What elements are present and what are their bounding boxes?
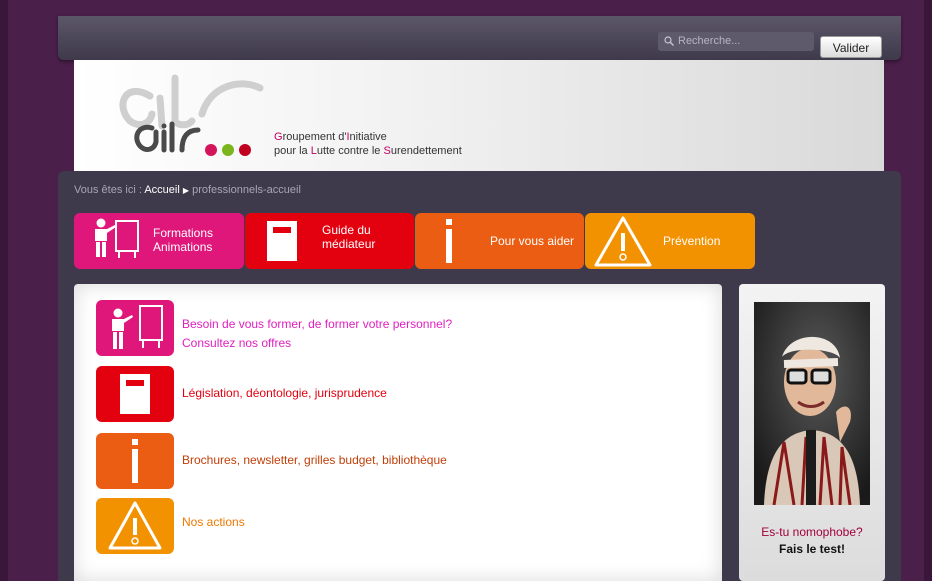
promo-photo[interactable]: [754, 302, 870, 505]
info-icon: [446, 219, 452, 263]
gils-logo[interactable]: [110, 66, 270, 166]
breadcrumb: Vous êtes ici : Accueil ▶ professionnels…: [74, 184, 301, 196]
promo-test-link[interactable]: Fais le test!: [739, 542, 885, 556]
promo-question[interactable]: Es-tu nomophobe?: [739, 525, 885, 539]
main-panel: Vous êtes ici : Accueil ▶ professionnels…: [58, 171, 901, 581]
list-item-legislation-label[interactable]: Législation, déontologie, jurisprudence: [182, 384, 387, 403]
breadcrumb-home-link[interactable]: Accueil: [144, 184, 179, 196]
top-bar: Recherche... Valider: [58, 16, 901, 60]
warning-icon: [594, 216, 652, 267]
warning-icon: [108, 501, 162, 550]
info-icon: [132, 439, 138, 483]
list-item-formations-line1[interactable]: Besoin de vous former, de former votre p…: [182, 315, 452, 334]
trainer-icon: [112, 305, 163, 349]
list-item-brochures-label[interactable]: Brochures, newsletter, grilles budget, b…: [182, 451, 447, 470]
search-icon: [664, 36, 674, 46]
tab-formations-line2: Animations: [153, 240, 213, 254]
list-item-nos-actions-label[interactable]: Nos actions: [182, 513, 245, 532]
site-banner: Groupement d'Initiative pour la Lutte co…: [74, 60, 884, 171]
tab-prevention[interactable]: Prévention: [585, 213, 755, 269]
search-input[interactable]: Recherche...: [658, 32, 814, 51]
sidebar-promo: Es-tu nomophobe? Fais le test!: [739, 284, 885, 581]
content-area: Besoin de vous former, de former votre p…: [74, 284, 722, 581]
tab-guide-line2: médiateur: [322, 237, 376, 251]
search-submit-button[interactable]: Valider: [820, 36, 882, 58]
tab-pour-vous-aider[interactable]: Pour vous aider: [415, 213, 584, 269]
organization-name: Groupement d'Initiative pour la Lutte co…: [274, 131, 462, 157]
book-icon: [120, 374, 150, 414]
breadcrumb-current: professionnels-accueil: [192, 184, 301, 196]
tab-guide-line1: Guide du: [322, 223, 371, 237]
list-item-formations-line2[interactable]: Consultez nos offres: [182, 334, 452, 353]
trainer-icon: [95, 218, 139, 258]
chevron-right-icon: ▶: [182, 186, 190, 195]
tab-prevention-label: Prévention: [663, 234, 721, 248]
tab-formations[interactable]: Formations Animations: [74, 213, 244, 269]
page-frame-left: [0, 0, 8, 581]
book-icon: [267, 221, 297, 261]
tab-formations-line1: Formations: [153, 226, 214, 240]
search-placeholder: Recherche...: [678, 35, 741, 47]
page-frame-right: [924, 0, 932, 581]
tab-pour-vous-aider-label: Pour vous aider: [490, 234, 575, 248]
tab-guide[interactable]: Guide du médiateur: [245, 213, 414, 269]
